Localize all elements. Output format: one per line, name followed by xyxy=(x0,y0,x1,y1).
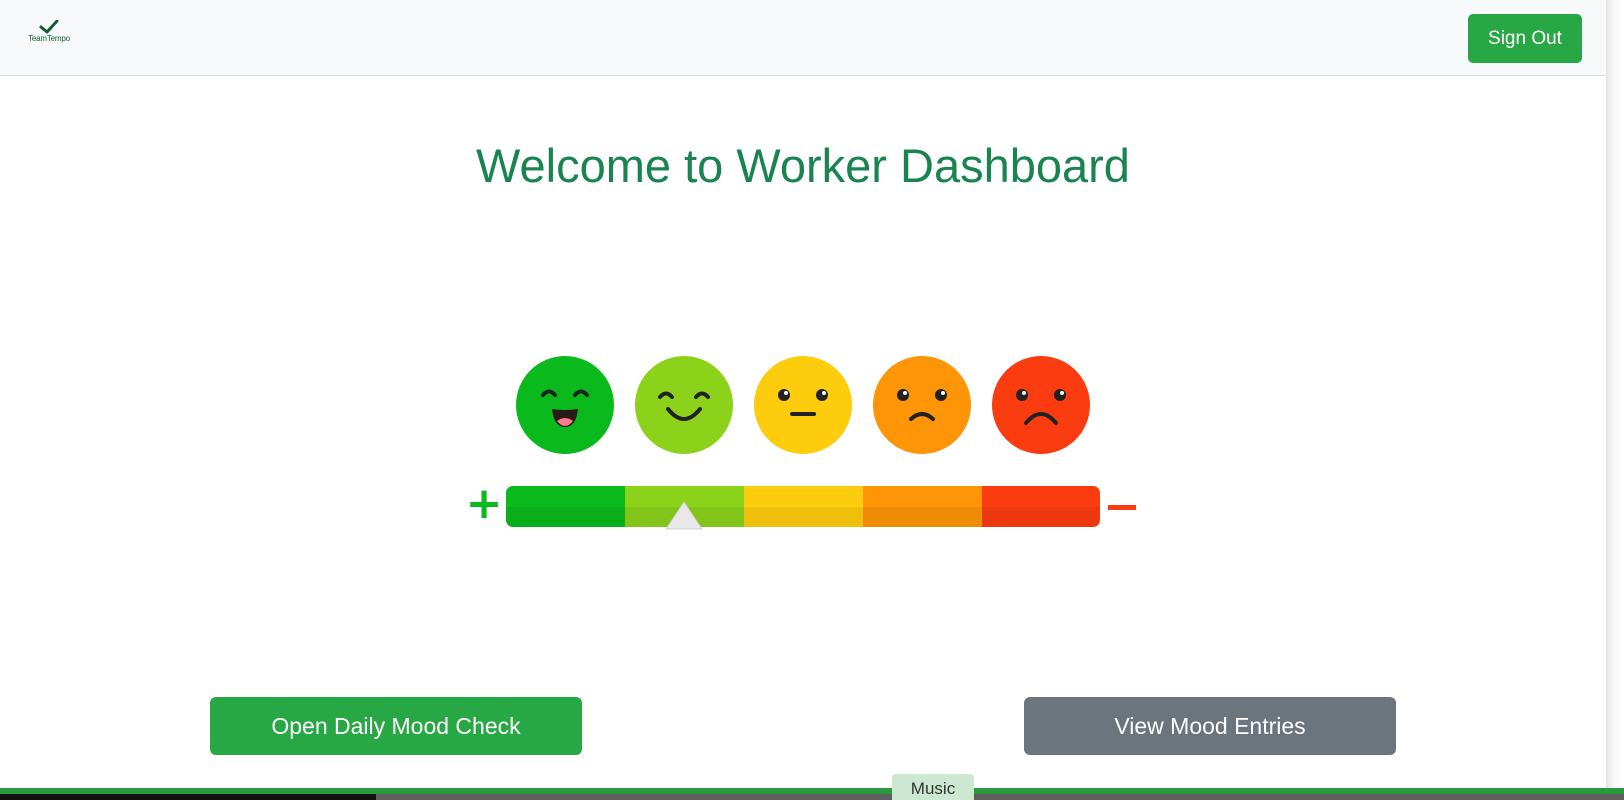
page: TeamTempo Sign Out Welcome to Worker Das… xyxy=(0,0,1606,788)
very-sad-face-icon xyxy=(992,356,1090,454)
taskbar-strip-grey xyxy=(376,794,1624,800)
music-tab[interactable]: Music xyxy=(892,774,974,800)
mood-scale-graphic: + xyxy=(460,345,1160,545)
neutral-face-icon xyxy=(754,356,852,454)
page-title: Welcome to Worker Dashboard xyxy=(476,139,1130,192)
very-happy-face-icon xyxy=(516,356,614,454)
view-mood-entries-button[interactable]: View Mood Entries xyxy=(1024,697,1396,755)
taskbar-strip xyxy=(0,794,376,800)
plus-symbol: + xyxy=(466,478,503,529)
minus-symbol xyxy=(1108,505,1136,510)
sign-out-button[interactable]: Sign Out xyxy=(1468,14,1582,63)
mood-gauge-bar xyxy=(506,486,1100,527)
brand-text: TeamTempo xyxy=(28,34,70,43)
sad-face-icon xyxy=(873,356,971,454)
window-edge xyxy=(1606,0,1624,788)
happy-face-icon xyxy=(635,356,733,454)
checkmark-icon xyxy=(39,20,59,34)
open-daily-mood-check-button[interactable]: Open Daily Mood Check xyxy=(210,697,582,755)
brand-logo[interactable]: TeamTempo xyxy=(26,20,72,50)
navbar: TeamTempo Sign Out xyxy=(0,0,1606,76)
